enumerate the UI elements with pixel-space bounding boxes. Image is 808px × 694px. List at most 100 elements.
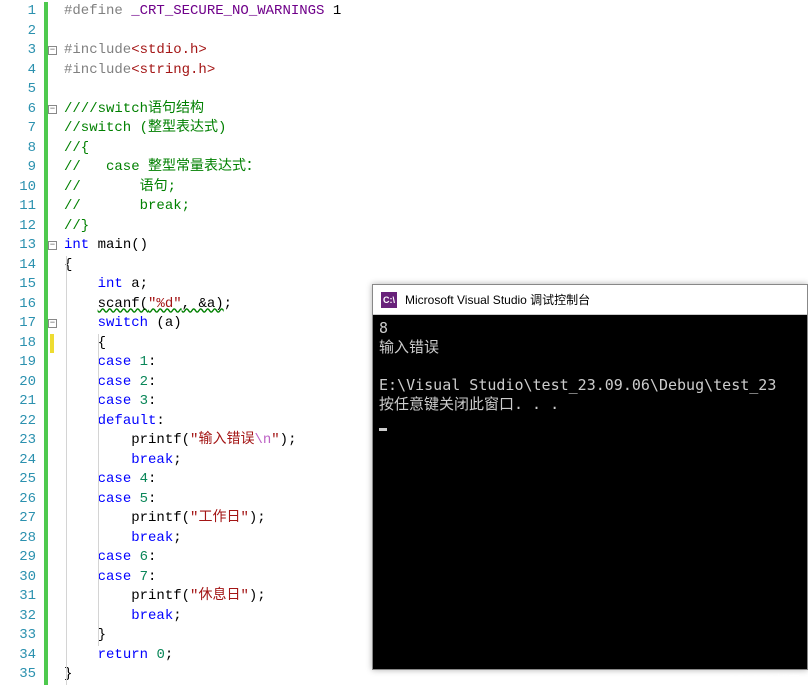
fold-toggle-icon[interactable]: − — [48, 105, 57, 114]
margin-row — [44, 373, 64, 393]
margin-row — [44, 587, 64, 607]
margin-row — [44, 2, 64, 22]
margin-row — [44, 529, 64, 549]
fold-toggle-icon[interactable]: − — [48, 241, 57, 250]
console-line: 8 — [379, 319, 801, 338]
line-number: 15 — [0, 275, 36, 295]
change-bar-new — [50, 334, 54, 354]
line-number: 20 — [0, 373, 36, 393]
line-number: 35 — [0, 665, 36, 685]
console-line: 输入错误 — [379, 338, 801, 357]
line-number: 1 — [0, 2, 36, 22]
code-line[interactable]: // case 整型常量表达式： — [64, 158, 808, 178]
line-number: 24 — [0, 451, 36, 471]
line-number: 30 — [0, 568, 36, 588]
code-line[interactable]: //switch (整型表达式) — [64, 119, 808, 139]
code-line[interactable] — [64, 22, 808, 42]
margin-row: − — [44, 236, 64, 256]
indent-guide — [66, 256, 67, 685]
console-titlebar[interactable]: C:\ Microsoft Visual Studio 调试控制台 — [373, 285, 807, 315]
margin-row — [44, 61, 64, 81]
code-line[interactable]: // break; — [64, 197, 808, 217]
code-line[interactable] — [64, 80, 808, 100]
line-number: 3 — [0, 41, 36, 61]
line-number: 27 — [0, 509, 36, 529]
margin-row — [44, 139, 64, 159]
line-number: 33 — [0, 626, 36, 646]
margin-row — [44, 470, 64, 490]
line-number: 32 — [0, 607, 36, 627]
console-line — [379, 357, 801, 376]
line-number: 11 — [0, 197, 36, 217]
console-icon: C:\ — [381, 292, 397, 308]
line-number: 19 — [0, 353, 36, 373]
margin-row — [44, 451, 64, 471]
margin-row: − — [44, 41, 64, 61]
line-number: 4 — [0, 61, 36, 81]
code-line[interactable]: //{ — [64, 139, 808, 159]
margin-row — [44, 392, 64, 412]
margin-row — [44, 197, 64, 217]
line-number: 23 — [0, 431, 36, 451]
code-line[interactable]: int main() — [64, 236, 808, 256]
line-number: 9 — [0, 158, 36, 178]
code-line[interactable]: // 语句; — [64, 178, 808, 198]
fold-toggle-icon[interactable]: − — [48, 319, 57, 328]
margin-row — [44, 646, 64, 666]
margin-row — [44, 412, 64, 432]
code-line[interactable]: #define _CRT_SECURE_NO_WARNINGS 1 — [64, 2, 808, 22]
line-number: 5 — [0, 80, 36, 100]
margin-row — [44, 490, 64, 510]
code-line[interactable]: { — [64, 256, 808, 276]
console-cursor — [379, 428, 387, 431]
line-number: 6 — [0, 100, 36, 120]
margin-row — [44, 509, 64, 529]
fold-toggle-icon[interactable]: − — [48, 46, 57, 55]
margin-row — [44, 295, 64, 315]
code-line[interactable]: #include<stdio.h> — [64, 41, 808, 61]
margin-row — [44, 626, 64, 646]
line-number: 16 — [0, 295, 36, 315]
line-number: 29 — [0, 548, 36, 568]
margin-row — [44, 119, 64, 139]
line-number: 13 — [0, 236, 36, 256]
console-cursor-line — [379, 414, 801, 433]
margin-row — [44, 353, 64, 373]
margin-row — [44, 334, 64, 354]
watermark: @51CTO博客 — [725, 671, 800, 688]
code-line[interactable]: //} — [64, 217, 808, 237]
line-number: 7 — [0, 119, 36, 139]
margin-row — [44, 22, 64, 42]
margin-row — [44, 217, 64, 237]
margin-row — [44, 568, 64, 588]
code-line[interactable]: ////switch语句结构 — [64, 100, 808, 120]
line-number: 10 — [0, 178, 36, 198]
margin-row — [44, 80, 64, 100]
margin-row — [44, 431, 64, 451]
margin-row — [44, 256, 64, 276]
code-line[interactable]: #include<string.h> — [64, 61, 808, 81]
margin-row — [44, 158, 64, 178]
margin-row — [44, 275, 64, 295]
line-number: 12 — [0, 217, 36, 237]
margin-row: − — [44, 314, 64, 334]
line-number: 31 — [0, 587, 36, 607]
line-number: 14 — [0, 256, 36, 276]
line-number: 34 — [0, 646, 36, 666]
console-line: E:\Visual Studio\test_23.09.06\Debug\tes… — [379, 376, 801, 395]
line-number: 17 — [0, 314, 36, 334]
console-line: 按任意键关闭此窗口. . . — [379, 395, 801, 414]
console-output: 8输入错误 E:\Visual Studio\test_23.09.06\Deb… — [373, 315, 807, 437]
line-number: 21 — [0, 392, 36, 412]
line-number-gutter: 1234567891011121314151617181920212223242… — [0, 0, 44, 694]
margin-row — [44, 178, 64, 198]
line-number: 28 — [0, 529, 36, 549]
margin-row — [44, 665, 64, 685]
indent-guide — [98, 334, 99, 646]
debug-console-window[interactable]: C:\ Microsoft Visual Studio 调试控制台 8输入错误 … — [372, 284, 808, 670]
line-number: 25 — [0, 470, 36, 490]
margin-row: − — [44, 100, 64, 120]
margin-row — [44, 607, 64, 627]
line-number: 18 — [0, 334, 36, 354]
fold-margin[interactable]: − − − − — [44, 0, 64, 694]
